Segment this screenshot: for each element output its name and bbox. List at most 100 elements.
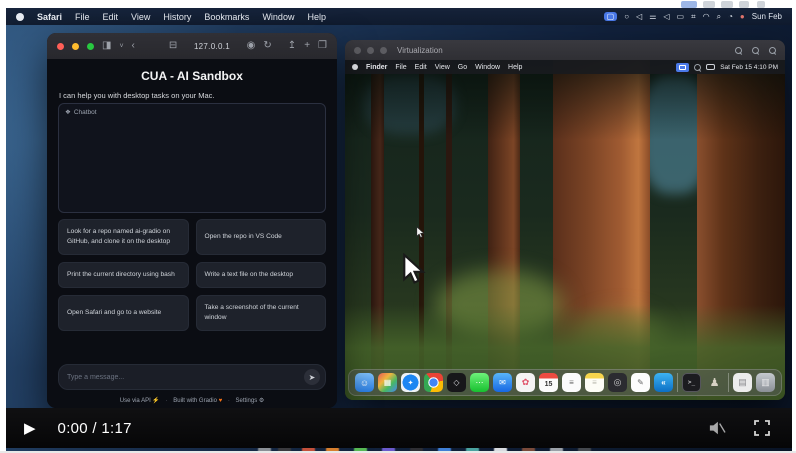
vm-apple-logo-icon[interactable] (352, 64, 358, 70)
spotlight-icon[interactable]: ⌕ (717, 12, 721, 22)
stage-manager-icon[interactable]: ⚌ (649, 12, 656, 21)
dock-vscode-icon[interactable]: « (654, 373, 673, 392)
vm-screen-mirroring-icon[interactable] (676, 63, 689, 72)
vm-menu-window[interactable]: Window (475, 64, 500, 71)
dock-document-icon[interactable]: ▤ (733, 373, 752, 392)
page-format-icon[interactable]: ⊟ (169, 41, 177, 51)
minimize-button[interactable] (72, 43, 79, 50)
siri-icon[interactable]: ○ (624, 12, 629, 21)
vm-close-button[interactable] (354, 47, 361, 54)
video-time: 0:00 / 1:17 (58, 420, 132, 437)
suggestion-grid: Look for a repo named ai-gradio on GitHu… (58, 219, 326, 331)
suggestion-open-vscode[interactable]: Open the repo in VS Code (196, 219, 327, 255)
settings-link[interactable]: Settings (236, 398, 258, 404)
zoom-reset-icon[interactable] (752, 47, 759, 54)
chatbot-icon: ❖ (65, 108, 71, 116)
menu-item-bookmarks[interactable]: Bookmarks (204, 12, 249, 22)
reload-icon[interactable]: ↻ (263, 41, 271, 51)
browser-chrome-fragment-icon (681, 1, 697, 8)
virtualization-window: Virtualization (345, 40, 785, 400)
dock-messages-icon[interactable]: ⋯ (470, 373, 489, 392)
safari-titlebar[interactable]: ◨ ˅ ‹ ⊟ 127.0.0.1 ◉ ↻ ↥ + ❐ (47, 33, 337, 59)
dock-figurine-app-icon[interactable]: ♟ (705, 373, 724, 392)
dock-notes-icon[interactable]: ≡ (585, 373, 604, 392)
battery-icon[interactable]: ▭ (677, 12, 685, 21)
user-icon[interactable]: ◔ (728, 12, 733, 21)
menu-item-safari[interactable]: Safari (37, 12, 62, 22)
menu-item-window[interactable]: Window (262, 12, 294, 22)
video-player[interactable]: Safari File Edit View History Bookmarks … (6, 8, 792, 451)
mute-icon[interactable] (708, 420, 726, 436)
share-icon[interactable]: ↥ (288, 41, 296, 51)
vm-minimize-button[interactable] (367, 47, 374, 54)
zoom-out-icon[interactable] (735, 47, 742, 54)
vm-menu-edit[interactable]: Edit (415, 64, 427, 71)
vm-menu-help[interactable]: Help (508, 64, 522, 71)
zoom-in-icon[interactable] (769, 47, 776, 54)
dock-trash-icon[interactable]: ▥ (756, 373, 775, 392)
vm-menu-finder[interactable]: Finder (366, 64, 387, 71)
vm-titlebar[interactable]: Virtualization (345, 40, 785, 60)
address-bar[interactable]: 127.0.0.1 (185, 42, 238, 51)
vm-menu-file[interactable]: File (395, 64, 406, 71)
use-via-api-link[interactable]: Use via API (120, 398, 151, 404)
message-input[interactable] (67, 374, 304, 381)
built-with-gradio-link[interactable]: Built with Gradio (173, 398, 217, 404)
vm-spotlight-icon[interactable] (694, 64, 701, 71)
screen-mirroring-icon[interactable]: ▢ (604, 12, 618, 21)
vm-menu-view[interactable]: View (435, 64, 450, 71)
suggestion-clone-repo[interactable]: Look for a repo named ai-gradio on GitHu… (58, 219, 189, 255)
menu-item-view[interactable]: View (131, 12, 150, 22)
dock-mail-icon[interactable]: ✉ (493, 373, 512, 392)
browser-chrome-fragment-icon (721, 1, 733, 8)
privacy-icon[interactable]: ◉ (247, 41, 256, 51)
new-tab-icon[interactable]: + (304, 41, 310, 51)
wifi-icon[interactable]: ◠ (703, 12, 710, 21)
suggestion-write-file[interactable]: Write a text file on the desktop (196, 262, 327, 288)
record-icon[interactable]: ● (740, 12, 745, 21)
close-button[interactable] (57, 43, 64, 50)
vm-menu-go[interactable]: Go (458, 64, 467, 71)
dock-textedit-icon[interactable]: ✎ (631, 373, 650, 392)
vm-guest-cursor (416, 226, 425, 239)
suggestion-open-safari[interactable]: Open Safari and go to a website (58, 295, 189, 331)
browser-chrome-fragment-icon (739, 1, 749, 8)
volume-2-icon[interactable]: ◁ (663, 12, 669, 21)
host-clock[interactable]: Sun Feb (752, 12, 782, 21)
dock-calendar-icon[interactable]: 15 (539, 373, 558, 392)
dock-photos-icon[interactable]: ✿ (516, 373, 535, 392)
volume-icon[interactable]: ◁ (636, 12, 642, 21)
menu-item-file[interactable]: File (75, 12, 90, 22)
dock-reminders-icon[interactable]: ≡ (562, 373, 581, 392)
dock-safari-icon[interactable]: ✦ (401, 373, 420, 392)
play-button[interactable]: ▶ (24, 419, 36, 437)
dock-finder-icon[interactable]: ☺ (355, 373, 374, 392)
chevron-down-icon[interactable]: ˅ (119, 43, 123, 50)
menu-item-history[interactable]: History (163, 12, 191, 22)
send-button[interactable]: ➤ (304, 369, 320, 385)
sidebar-icon[interactable]: ◨ (102, 41, 111, 51)
apple-logo-icon[interactable] (16, 13, 24, 21)
chatbot-panel: ❖ Chatbot (58, 103, 326, 213)
zoom-button[interactable] (87, 43, 94, 50)
dock-terminal-icon[interactable]: >_ (682, 373, 701, 392)
vm-zoom-button[interactable] (380, 47, 387, 54)
browser-chrome-fragment-icon (757, 1, 765, 8)
page-frame-right (792, 0, 796, 453)
vm-clock[interactable]: Sat Feb 15 4:10 PM (720, 64, 778, 71)
back-icon[interactable]: ‹ (132, 41, 135, 51)
dock-cube-app-icon[interactable]: ◇ (447, 373, 466, 392)
menu-item-help[interactable]: Help (307, 12, 326, 22)
dock-launchpad-icon[interactable]: ▦ (378, 373, 397, 392)
dock-chrome-icon[interactable] (424, 373, 443, 392)
keyboard-icon[interactable]: ⌗ (691, 12, 696, 22)
suggestion-take-screenshot[interactable]: Take a screenshot of the current window (196, 295, 327, 331)
vm-control-center-icon[interactable] (706, 64, 715, 70)
tab-overview-icon[interactable]: ❐ (318, 41, 327, 51)
menu-item-edit[interactable]: Edit (103, 12, 119, 22)
fullscreen-icon[interactable] (754, 420, 770, 436)
browser-chrome-fragment-icon (703, 1, 715, 8)
dock-spiral-app-icon[interactable]: ◎ (608, 373, 627, 392)
host-cursor (402, 253, 426, 286)
suggestion-print-directory[interactable]: Print the current directory using bash (58, 262, 189, 288)
